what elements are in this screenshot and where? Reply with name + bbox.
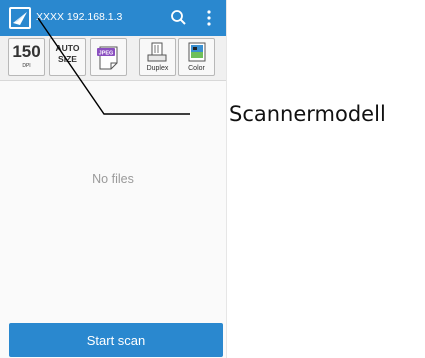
callout-line [37, 17, 190, 115]
callout-label: Scannermodell [229, 102, 386, 126]
